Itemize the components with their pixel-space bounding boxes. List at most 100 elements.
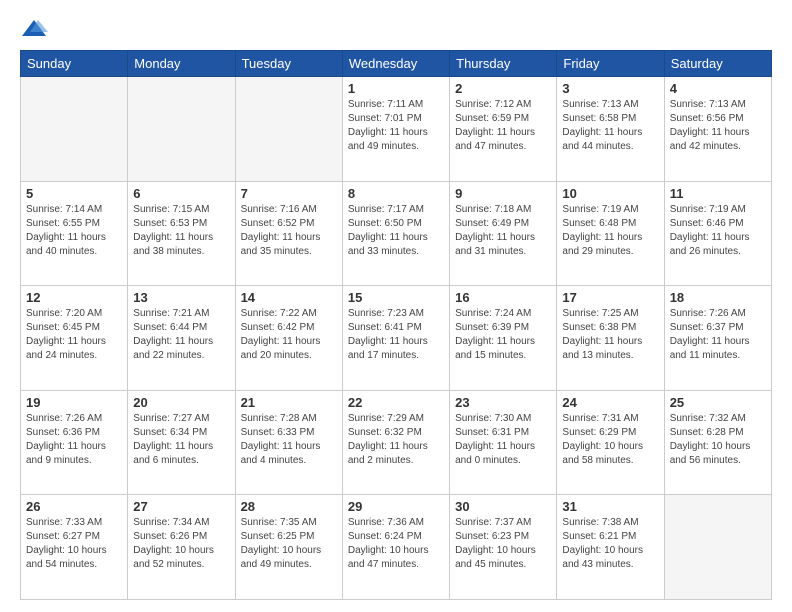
cell-info: Sunrise: 7:17 AM Sunset: 6:50 PM Dayligh… <box>348 203 444 259</box>
cell-info: Sunrise: 7:38 AM Sunset: 6:21 PM Dayligh… <box>562 516 658 572</box>
day-number: 28 <box>241 499 337 514</box>
cell-info: Sunrise: 7:21 AM Sunset: 6:44 PM Dayligh… <box>133 307 229 363</box>
cell-info: Sunrise: 7:23 AM Sunset: 6:41 PM Dayligh… <box>348 307 444 363</box>
calendar-cell: 15 Sunrise: 7:23 AM Sunset: 6:41 PM Dayli… <box>342 286 449 391</box>
day-number: 3 <box>562 81 658 96</box>
cell-info: Sunrise: 7:25 AM Sunset: 6:38 PM Dayligh… <box>562 307 658 363</box>
calendar-cell <box>235 77 342 182</box>
calendar-cell: 17 Sunrise: 7:25 AM Sunset: 6:38 PM Dayli… <box>557 286 664 391</box>
calendar-cell: 23Sunrise: 7:30 AM Sunset: 6:31 PM Dayli… <box>450 390 557 495</box>
cell-info: Sunrise: 7:13 AM Sunset: 6:56 PM Dayligh… <box>670 98 766 154</box>
day-number: 2 <box>455 81 551 96</box>
day-number: 16 <box>455 290 551 305</box>
col-header-tuesday: Tuesday <box>235 51 342 77</box>
col-header-friday: Friday <box>557 51 664 77</box>
calendar-cell: 3 Sunrise: 7:13 AM Sunset: 6:58 PM Daylig… <box>557 77 664 182</box>
calendar-cell: 5Sunrise: 7:14 AM Sunset: 6:55 PM Daylig… <box>21 181 128 286</box>
calendar-cell: 29 Sunrise: 7:36 AM Sunset: 6:24 PM Dayli… <box>342 495 449 600</box>
day-number: 26 <box>26 499 122 514</box>
col-header-wednesday: Wednesday <box>342 51 449 77</box>
calendar-cell: 9Sunrise: 7:18 AM Sunset: 6:49 PM Daylig… <box>450 181 557 286</box>
calendar-week-5: 26 Sunrise: 7:33 AM Sunset: 6:27 PM Dayli… <box>21 495 772 600</box>
cell-info: Sunrise: 7:34 AM Sunset: 6:26 PM Dayligh… <box>133 516 229 572</box>
calendar-cell: 22 Sunrise: 7:29 AM Sunset: 6:32 PM Dayli… <box>342 390 449 495</box>
calendar-cell <box>21 77 128 182</box>
day-number: 29 <box>348 499 444 514</box>
calendar-cell: 16 Sunrise: 7:24 AM Sunset: 6:39 PM Dayli… <box>450 286 557 391</box>
calendar-cell: 18 Sunrise: 7:26 AM Sunset: 6:37 PM Dayli… <box>664 286 771 391</box>
header <box>20 16 772 44</box>
calendar-week-1: 1Sunrise: 7:11 AM Sunset: 7:01 PM Daylig… <box>21 77 772 182</box>
cell-info: Sunrise: 7:27 AM Sunset: 6:34 PM Dayligh… <box>133 412 229 468</box>
day-number: 24 <box>562 395 658 410</box>
calendar-cell: 21 Sunrise: 7:28 AM Sunset: 6:33 PM Dayli… <box>235 390 342 495</box>
cell-info: Sunrise: 7:33 AM Sunset: 6:27 PM Dayligh… <box>26 516 122 572</box>
cell-info: Sunrise: 7:20 AM Sunset: 6:45 PM Dayligh… <box>26 307 122 363</box>
day-number: 11 <box>670 186 766 201</box>
calendar-week-3: 12 Sunrise: 7:20 AM Sunset: 6:45 PM Dayli… <box>21 286 772 391</box>
day-number: 23 <box>455 395 551 410</box>
day-number: 5 <box>26 186 122 201</box>
calendar-cell: 13 Sunrise: 7:21 AM Sunset: 6:44 PM Dayli… <box>128 286 235 391</box>
col-header-monday: Monday <box>128 51 235 77</box>
cell-info: Sunrise: 7:37 AM Sunset: 6:23 PM Dayligh… <box>455 516 551 572</box>
calendar-cell: 28 Sunrise: 7:35 AM Sunset: 6:25 PM Dayli… <box>235 495 342 600</box>
calendar-cell <box>664 495 771 600</box>
day-number: 8 <box>348 186 444 201</box>
cell-info: Sunrise: 7:16 AM Sunset: 6:52 PM Dayligh… <box>241 203 337 259</box>
calendar-week-4: 19 Sunrise: 7:26 AM Sunset: 6:36 PM Dayli… <box>21 390 772 495</box>
day-number: 6 <box>133 186 229 201</box>
calendar-cell: 30 Sunrise: 7:37 AM Sunset: 6:23 PM Dayli… <box>450 495 557 600</box>
cell-info: Sunrise: 7:12 AM Sunset: 6:59 PM Dayligh… <box>455 98 551 154</box>
day-number: 9 <box>455 186 551 201</box>
calendar-cell: 11 Sunrise: 7:19 AM Sunset: 6:46 PM Dayli… <box>664 181 771 286</box>
logo-icon <box>20 16 48 44</box>
day-number: 27 <box>133 499 229 514</box>
calendar-cell: 24 Sunrise: 7:31 AM Sunset: 6:29 PM Dayli… <box>557 390 664 495</box>
day-number: 18 <box>670 290 766 305</box>
day-number: 22 <box>348 395 444 410</box>
cell-info: Sunrise: 7:13 AM Sunset: 6:58 PM Dayligh… <box>562 98 658 154</box>
cell-info: Sunrise: 7:29 AM Sunset: 6:32 PM Dayligh… <box>348 412 444 468</box>
calendar-cell: 1Sunrise: 7:11 AM Sunset: 7:01 PM Daylig… <box>342 77 449 182</box>
calendar-cell: 19 Sunrise: 7:26 AM Sunset: 6:36 PM Dayli… <box>21 390 128 495</box>
cell-info: Sunrise: 7:28 AM Sunset: 6:33 PM Dayligh… <box>241 412 337 468</box>
day-number: 13 <box>133 290 229 305</box>
cell-info: Sunrise: 7:26 AM Sunset: 6:36 PM Dayligh… <box>26 412 122 468</box>
calendar-cell: 20Sunrise: 7:27 AM Sunset: 6:34 PM Dayli… <box>128 390 235 495</box>
day-number: 4 <box>670 81 766 96</box>
cell-info: Sunrise: 7:26 AM Sunset: 6:37 PM Dayligh… <box>670 307 766 363</box>
cell-info: Sunrise: 7:19 AM Sunset: 6:46 PM Dayligh… <box>670 203 766 259</box>
calendar-cell: 25Sunrise: 7:32 AM Sunset: 6:28 PM Dayli… <box>664 390 771 495</box>
logo <box>20 16 50 44</box>
cell-info: Sunrise: 7:24 AM Sunset: 6:39 PM Dayligh… <box>455 307 551 363</box>
calendar-cell: 2 Sunrise: 7:12 AM Sunset: 6:59 PM Daylig… <box>450 77 557 182</box>
day-number: 14 <box>241 290 337 305</box>
calendar-cell: 7Sunrise: 7:16 AM Sunset: 6:52 PM Daylig… <box>235 181 342 286</box>
calendar-cell: 27 Sunrise: 7:34 AM Sunset: 6:26 PM Dayli… <box>128 495 235 600</box>
cell-info: Sunrise: 7:35 AM Sunset: 6:25 PM Dayligh… <box>241 516 337 572</box>
day-number: 19 <box>26 395 122 410</box>
calendar-cell: 4 Sunrise: 7:13 AM Sunset: 6:56 PM Daylig… <box>664 77 771 182</box>
day-number: 30 <box>455 499 551 514</box>
cell-info: Sunrise: 7:32 AM Sunset: 6:28 PM Dayligh… <box>670 412 766 468</box>
calendar-cell: 31 Sunrise: 7:38 AM Sunset: 6:21 PM Dayli… <box>557 495 664 600</box>
calendar-cell: 10Sunrise: 7:19 AM Sunset: 6:48 PM Dayli… <box>557 181 664 286</box>
calendar-week-2: 5Sunrise: 7:14 AM Sunset: 6:55 PM Daylig… <box>21 181 772 286</box>
calendar-header-row: SundayMondayTuesdayWednesdayThursdayFrid… <box>21 51 772 77</box>
cell-info: Sunrise: 7:19 AM Sunset: 6:48 PM Dayligh… <box>562 203 658 259</box>
col-header-sunday: Sunday <box>21 51 128 77</box>
col-header-saturday: Saturday <box>664 51 771 77</box>
day-number: 17 <box>562 290 658 305</box>
col-header-thursday: Thursday <box>450 51 557 77</box>
day-number: 31 <box>562 499 658 514</box>
day-number: 12 <box>26 290 122 305</box>
day-number: 21 <box>241 395 337 410</box>
cell-info: Sunrise: 7:31 AM Sunset: 6:29 PM Dayligh… <box>562 412 658 468</box>
cell-info: Sunrise: 7:36 AM Sunset: 6:24 PM Dayligh… <box>348 516 444 572</box>
calendar-cell: 6Sunrise: 7:15 AM Sunset: 6:53 PM Daylig… <box>128 181 235 286</box>
calendar-cell <box>128 77 235 182</box>
calendar-cell: 26 Sunrise: 7:33 AM Sunset: 6:27 PM Dayli… <box>21 495 128 600</box>
day-number: 1 <box>348 81 444 96</box>
day-number: 15 <box>348 290 444 305</box>
